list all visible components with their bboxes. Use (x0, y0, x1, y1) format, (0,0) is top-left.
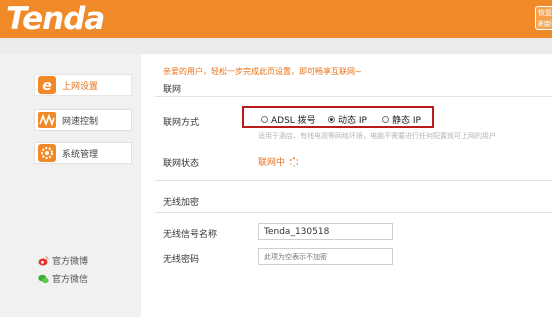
header-subbar (0, 38, 552, 54)
gear-icon (37, 144, 57, 162)
radio-adsl-label: ADSL 拨号 (271, 116, 316, 126)
divider (155, 212, 552, 213)
radio-dynamic-ip-label: 动态 IP (338, 116, 367, 126)
password-input[interactable] (258, 248, 393, 265)
radio-dynamic-ip[interactable]: 动态 IP (328, 113, 367, 126)
sidebar-item-label: 系统管理 (62, 149, 99, 160)
section-title-internet: 联网 (163, 85, 182, 95)
ssid-input[interactable] (258, 223, 393, 240)
radio-adsl[interactable]: ADSL 拨号 (261, 113, 316, 126)
radio-button-icon[interactable] (261, 116, 268, 123)
status-text: 联网中 (258, 158, 286, 168)
weibo-icon (38, 256, 49, 266)
loading-spinner-icon (289, 156, 299, 167)
radio-button-selected-icon[interactable] (328, 116, 335, 123)
status-label: 联网状态 (163, 159, 200, 169)
divider (155, 96, 552, 97)
welcome-text: 亲爱的用户，轻松一步完成此页设置，即可畅享互联网~ (163, 67, 362, 76)
status-value: 联网中 (258, 155, 299, 168)
sidebar: e 上网设置 网速控制 系统管理 官方微博 官方微信 (0, 54, 141, 317)
section-title-wireless: 无线加密 (163, 198, 200, 208)
speed-wave-icon (37, 111, 57, 129)
sidebar-item-label: 网速控制 (62, 116, 99, 127)
sidebar-item-speed-control[interactable]: 网速控制 (34, 109, 132, 131)
radio-static-ip[interactable]: 静态 IP (382, 113, 421, 126)
divider (155, 180, 552, 181)
sidebar-item-label: 上网设置 (62, 81, 99, 92)
ssid-label: 无线信号名称 (163, 230, 218, 240)
social-wechat-label: 官方微信 (52, 275, 89, 285)
social-wechat-link[interactable]: 官方微信 (38, 272, 88, 285)
top-header: Tenda 恢复 刷新 (0, 0, 552, 38)
radio-button-icon[interactable] (382, 116, 389, 123)
svg-text:e: e (42, 78, 52, 94)
radio-static-ip-label: 静态 IP (392, 116, 421, 126)
conn-mode-hint: 适用于酒店、有线电视等网络环境，电脑不需要进行任何配置就可上网的用户 (258, 132, 496, 140)
sidebar-item-internet-settings[interactable]: e 上网设置 (34, 74, 132, 96)
wechat-icon (38, 274, 49, 284)
main-panel: 亲爱的用户，轻松一步完成此页设置，即可畅享互联网~ 联网 联网方式 ADSL 拨… (141, 54, 552, 317)
header-corner-button[interactable]: 恢复 刷新 (535, 6, 552, 30)
social-weibo-label: 官方微博 (52, 257, 89, 267)
password-label: 无线密码 (163, 255, 200, 265)
conn-mode-label: 联网方式 (163, 118, 200, 128)
social-weibo-link[interactable]: 官方微博 (38, 254, 88, 267)
internet-e-icon: e (37, 76, 57, 94)
sidebar-item-system-management[interactable]: 系统管理 (34, 142, 132, 164)
tenda-logo: Tenda (6, 1, 105, 37)
